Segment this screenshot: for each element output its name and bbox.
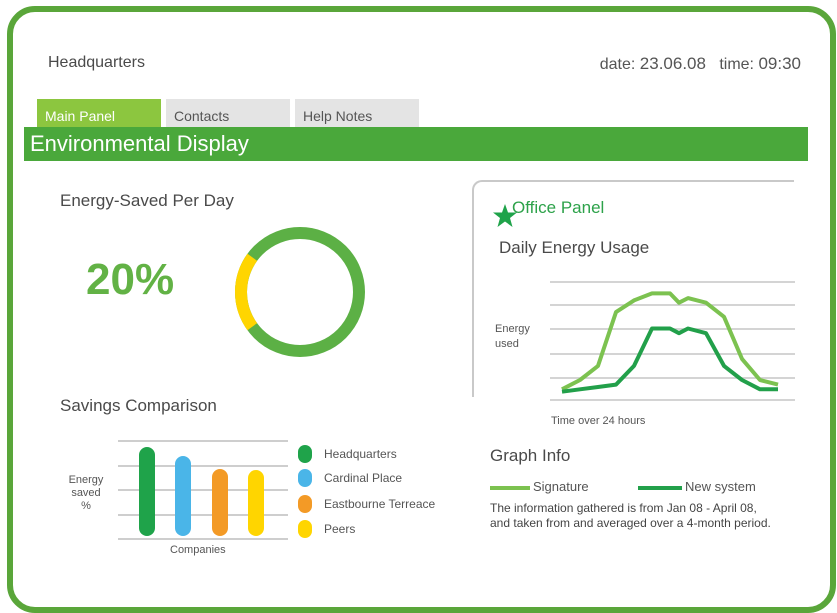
graph-info-title: Graph Info	[490, 446, 571, 465]
time-value: 09:30	[758, 54, 801, 73]
energy-saved-percent: 20%	[86, 255, 175, 304]
graph-info-legend: Signature New system	[490, 479, 790, 497]
energy-saved-ring	[235, 227, 365, 357]
tab-contacts[interactable]: Contacts	[166, 99, 290, 128]
date-label: date:	[599, 56, 636, 73]
bar	[212, 469, 228, 536]
energy-used-y-label-line: used	[495, 338, 519, 350]
legend-swatch	[298, 469, 312, 487]
site-name: Headquarters	[48, 54, 145, 71]
savings-y-label-line: %	[81, 500, 91, 512]
legend-swatch	[298, 445, 312, 463]
date-time-display: date: 23.06.08 time: 09:30	[600, 54, 801, 74]
savings-comparison-title: Savings Comparison	[60, 396, 217, 415]
new-system-line-swatch	[638, 486, 682, 490]
energy-used-y-label: Energy used	[495, 322, 530, 352]
savings-y-label-line: Energy	[68, 474, 104, 486]
office-panel-title: Office Panel	[512, 198, 605, 217]
new-system-legend-label: New system	[685, 479, 756, 494]
time-label: time:	[719, 56, 754, 73]
bar	[175, 456, 191, 536]
legend-label: Headquarters	[324, 447, 397, 461]
signature-legend-label: Signature	[533, 479, 589, 494]
energy-used-y-label-line: Energy	[495, 323, 530, 335]
energy-saved-title: Energy-Saved Per Day	[60, 191, 234, 210]
savings-y-label-line: saved	[71, 487, 101, 499]
tab-main-panel[interactable]: Main Panel	[37, 99, 161, 128]
legend-label: Eastbourne Terreace	[324, 497, 436, 511]
legend-swatch	[298, 520, 312, 538]
bar	[139, 447, 155, 536]
daily-energy-usage-title: Daily Energy Usage	[499, 238, 650, 257]
legend-label: Peers	[324, 522, 356, 536]
daily-energy-line-chart	[550, 281, 795, 401]
legend-label: Cardinal Place	[324, 471, 403, 485]
savings-x-axis-label: Companies	[170, 544, 226, 556]
page-title: Environmental Display	[24, 127, 808, 161]
ring-remaining-segment	[235, 227, 365, 357]
bar	[248, 470, 264, 536]
graph-info-description: The information gathered is from Jan 08 …	[490, 501, 771, 530]
savings-bar-chart	[118, 440, 288, 540]
legend-swatch	[298, 495, 312, 513]
signature-line-swatch	[490, 486, 530, 490]
tab-help-notes[interactable]: Help Notes	[295, 99, 419, 128]
date-value: 23.06.08	[639, 54, 706, 73]
line-chart-x-axis-label: Time over 24 hours	[551, 415, 646, 427]
savings-y-axis-label: Energy saved %	[66, 474, 106, 513]
ring-saved-segment	[235, 227, 365, 357]
series-line	[561, 291, 779, 392]
